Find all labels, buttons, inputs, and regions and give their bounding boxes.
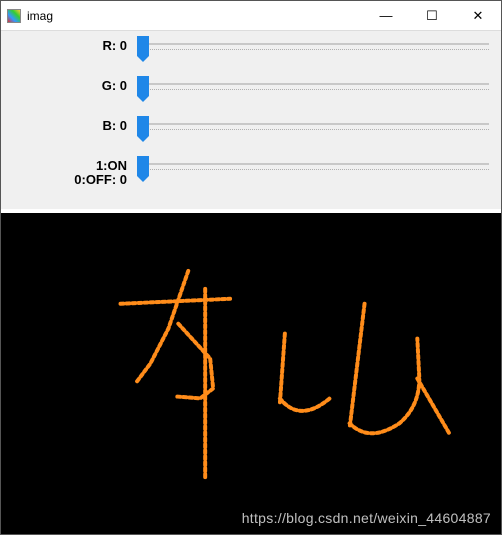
drawing-canvas[interactable]: https://blog.csdn.net/weixin_44604887	[1, 213, 501, 534]
close-button[interactable]: ✕	[455, 1, 501, 30]
maximize-button[interactable]: ☐	[409, 1, 455, 30]
trackbar-b-slider[interactable]	[133, 119, 493, 145]
trackbar-switch-label: 1:ON 0:OFF: 0	[9, 159, 133, 187]
window-title: imag	[27, 9, 363, 23]
trackbar-r: R: 0	[9, 39, 493, 65]
trackbar-b-thumb[interactable]	[137, 116, 149, 136]
window-controls: — ☐ ✕	[363, 1, 501, 30]
titlebar: imag — ☐ ✕	[1, 1, 501, 31]
trackbar-g-label: G: 0	[9, 79, 133, 93]
app-icon	[7, 9, 21, 23]
trackbar-switch-thumb[interactable]	[137, 156, 149, 176]
trackbar-b: B: 0	[9, 119, 493, 145]
trackbar-b-label: B: 0	[9, 119, 133, 133]
minimize-button[interactable]: —	[363, 1, 409, 30]
trackbar-panel: R: 0 G: 0 B: 0 1:ON 0:OFF: 0	[1, 31, 501, 209]
trackbar-g: G: 0	[9, 79, 493, 105]
trackbar-g-thumb[interactable]	[137, 76, 149, 96]
window: imag — ☐ ✕ R: 0 G: 0 B: 0	[0, 0, 502, 535]
drawing-strokes	[1, 213, 501, 534]
trackbar-r-thumb[interactable]	[137, 36, 149, 56]
watermark-text: https://blog.csdn.net/weixin_44604887	[242, 510, 491, 526]
trackbar-r-label: R: 0	[9, 39, 133, 53]
trackbar-switch-slider[interactable]	[133, 159, 493, 185]
trackbar-switch: 1:ON 0:OFF: 0	[9, 159, 493, 187]
trackbar-g-slider[interactable]	[133, 79, 493, 105]
trackbar-r-slider[interactable]	[133, 39, 493, 65]
